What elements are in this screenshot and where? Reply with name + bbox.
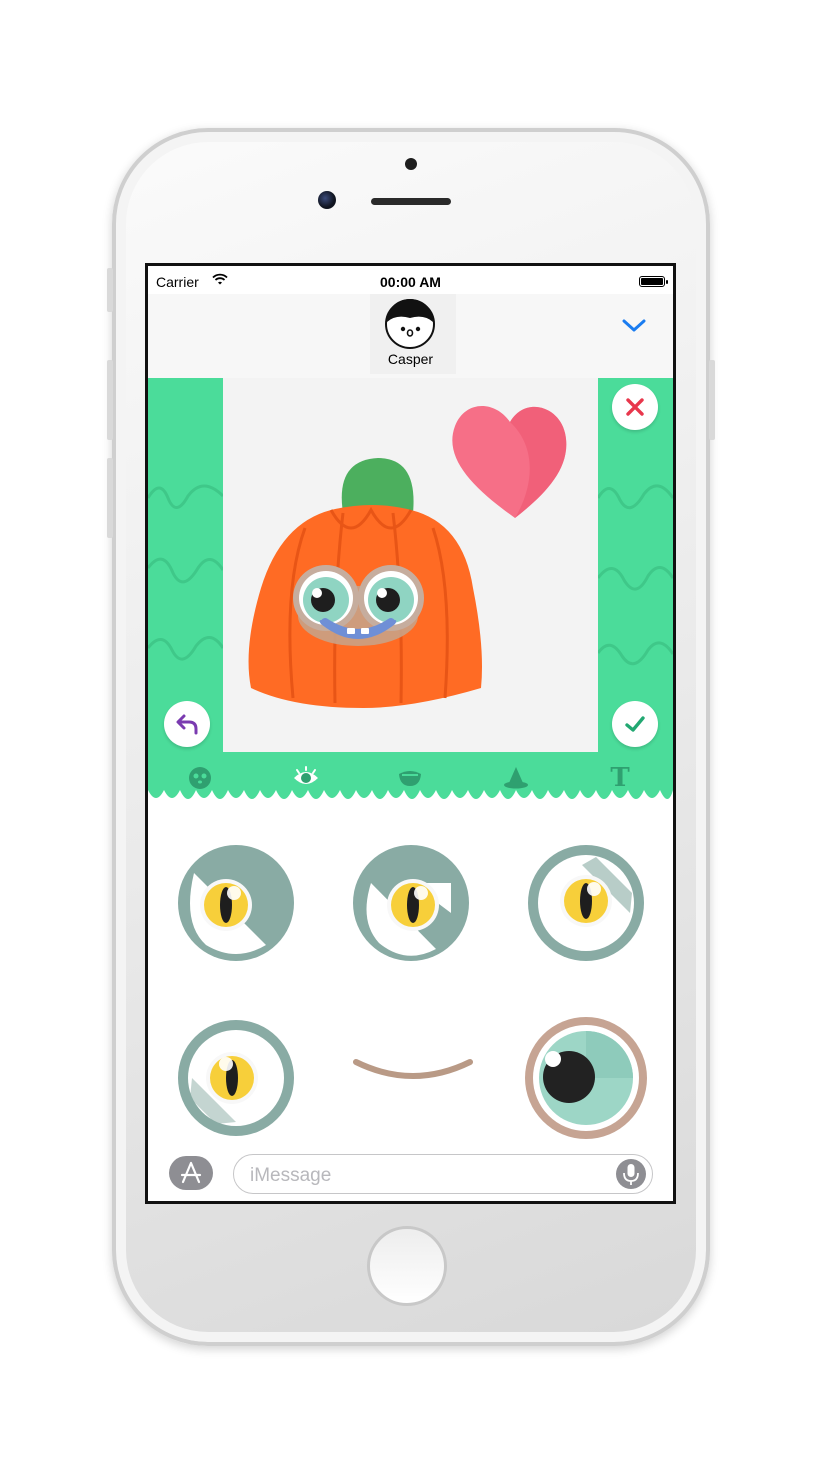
mute-switch (107, 268, 113, 312)
earpiece-speaker (371, 198, 451, 205)
tab-text[interactable]: T (598, 758, 642, 798)
clock: 00:00 AM (380, 274, 441, 290)
picker-item-round-eye[interactable] (523, 1015, 649, 1141)
picker-item-cat-eye-2[interactable] (351, 843, 471, 963)
message-placeholder: iMessage (250, 1165, 332, 1186)
undo-button[interactable] (164, 701, 210, 747)
discard-button[interactable] (612, 384, 658, 430)
sticker-canvas[interactable] (223, 378, 598, 752)
picker-item-cat-eye-1[interactable] (176, 843, 296, 963)
hat-icon (504, 767, 528, 789)
pumpkin-monster-sticker (248, 405, 567, 708)
volume-up-button (107, 360, 113, 440)
sticker-editor: T (148, 378, 673, 818)
status-bar: Carrier 00:00 AM (148, 266, 673, 296)
tab-face[interactable] (178, 758, 222, 798)
checkmark-icon (625, 716, 645, 732)
conversation-header: Casper (148, 294, 673, 379)
message-input[interactable]: iMessage (233, 1154, 653, 1194)
confirm-button[interactable] (612, 701, 658, 747)
contact-name: Casper (387, 351, 434, 367)
app-store-button[interactable] (169, 1156, 213, 1190)
dictation-button[interactable] (616, 1159, 646, 1189)
chevron-down-icon[interactable] (621, 316, 647, 334)
picker-item-cat-eye-3[interactable] (526, 843, 646, 963)
app-store-icon (180, 1161, 202, 1184)
picker-item-smile-mouth[interactable] (348, 1050, 478, 1090)
eye-icon (294, 766, 318, 784)
tab-mouth[interactable] (388, 758, 432, 798)
front-camera (318, 191, 336, 209)
sticker-part-picker (148, 818, 673, 1148)
picker-item-cat-eye-4[interactable] (176, 1018, 296, 1138)
microphone-icon (623, 1164, 639, 1185)
battery-icon (639, 276, 668, 287)
tab-eyes[interactable] (284, 758, 328, 798)
close-icon (626, 398, 644, 416)
tab-hat[interactable] (494, 758, 538, 798)
message-bar: iMessage (148, 1148, 673, 1201)
undo-icon (176, 714, 198, 735)
screen: Carrier 00:00 AM Casper T iMessage (145, 263, 676, 1204)
power-button (709, 360, 715, 440)
category-toolbar: T (148, 758, 673, 798)
proximity-sensor (405, 158, 417, 170)
face-icon (189, 767, 211, 789)
home-button[interactable] (367, 1226, 447, 1306)
mouth-icon (399, 771, 421, 786)
avatar[interactable] (384, 298, 436, 350)
volume-down-button (107, 458, 113, 538)
text-tool-icon: T (610, 763, 630, 793)
